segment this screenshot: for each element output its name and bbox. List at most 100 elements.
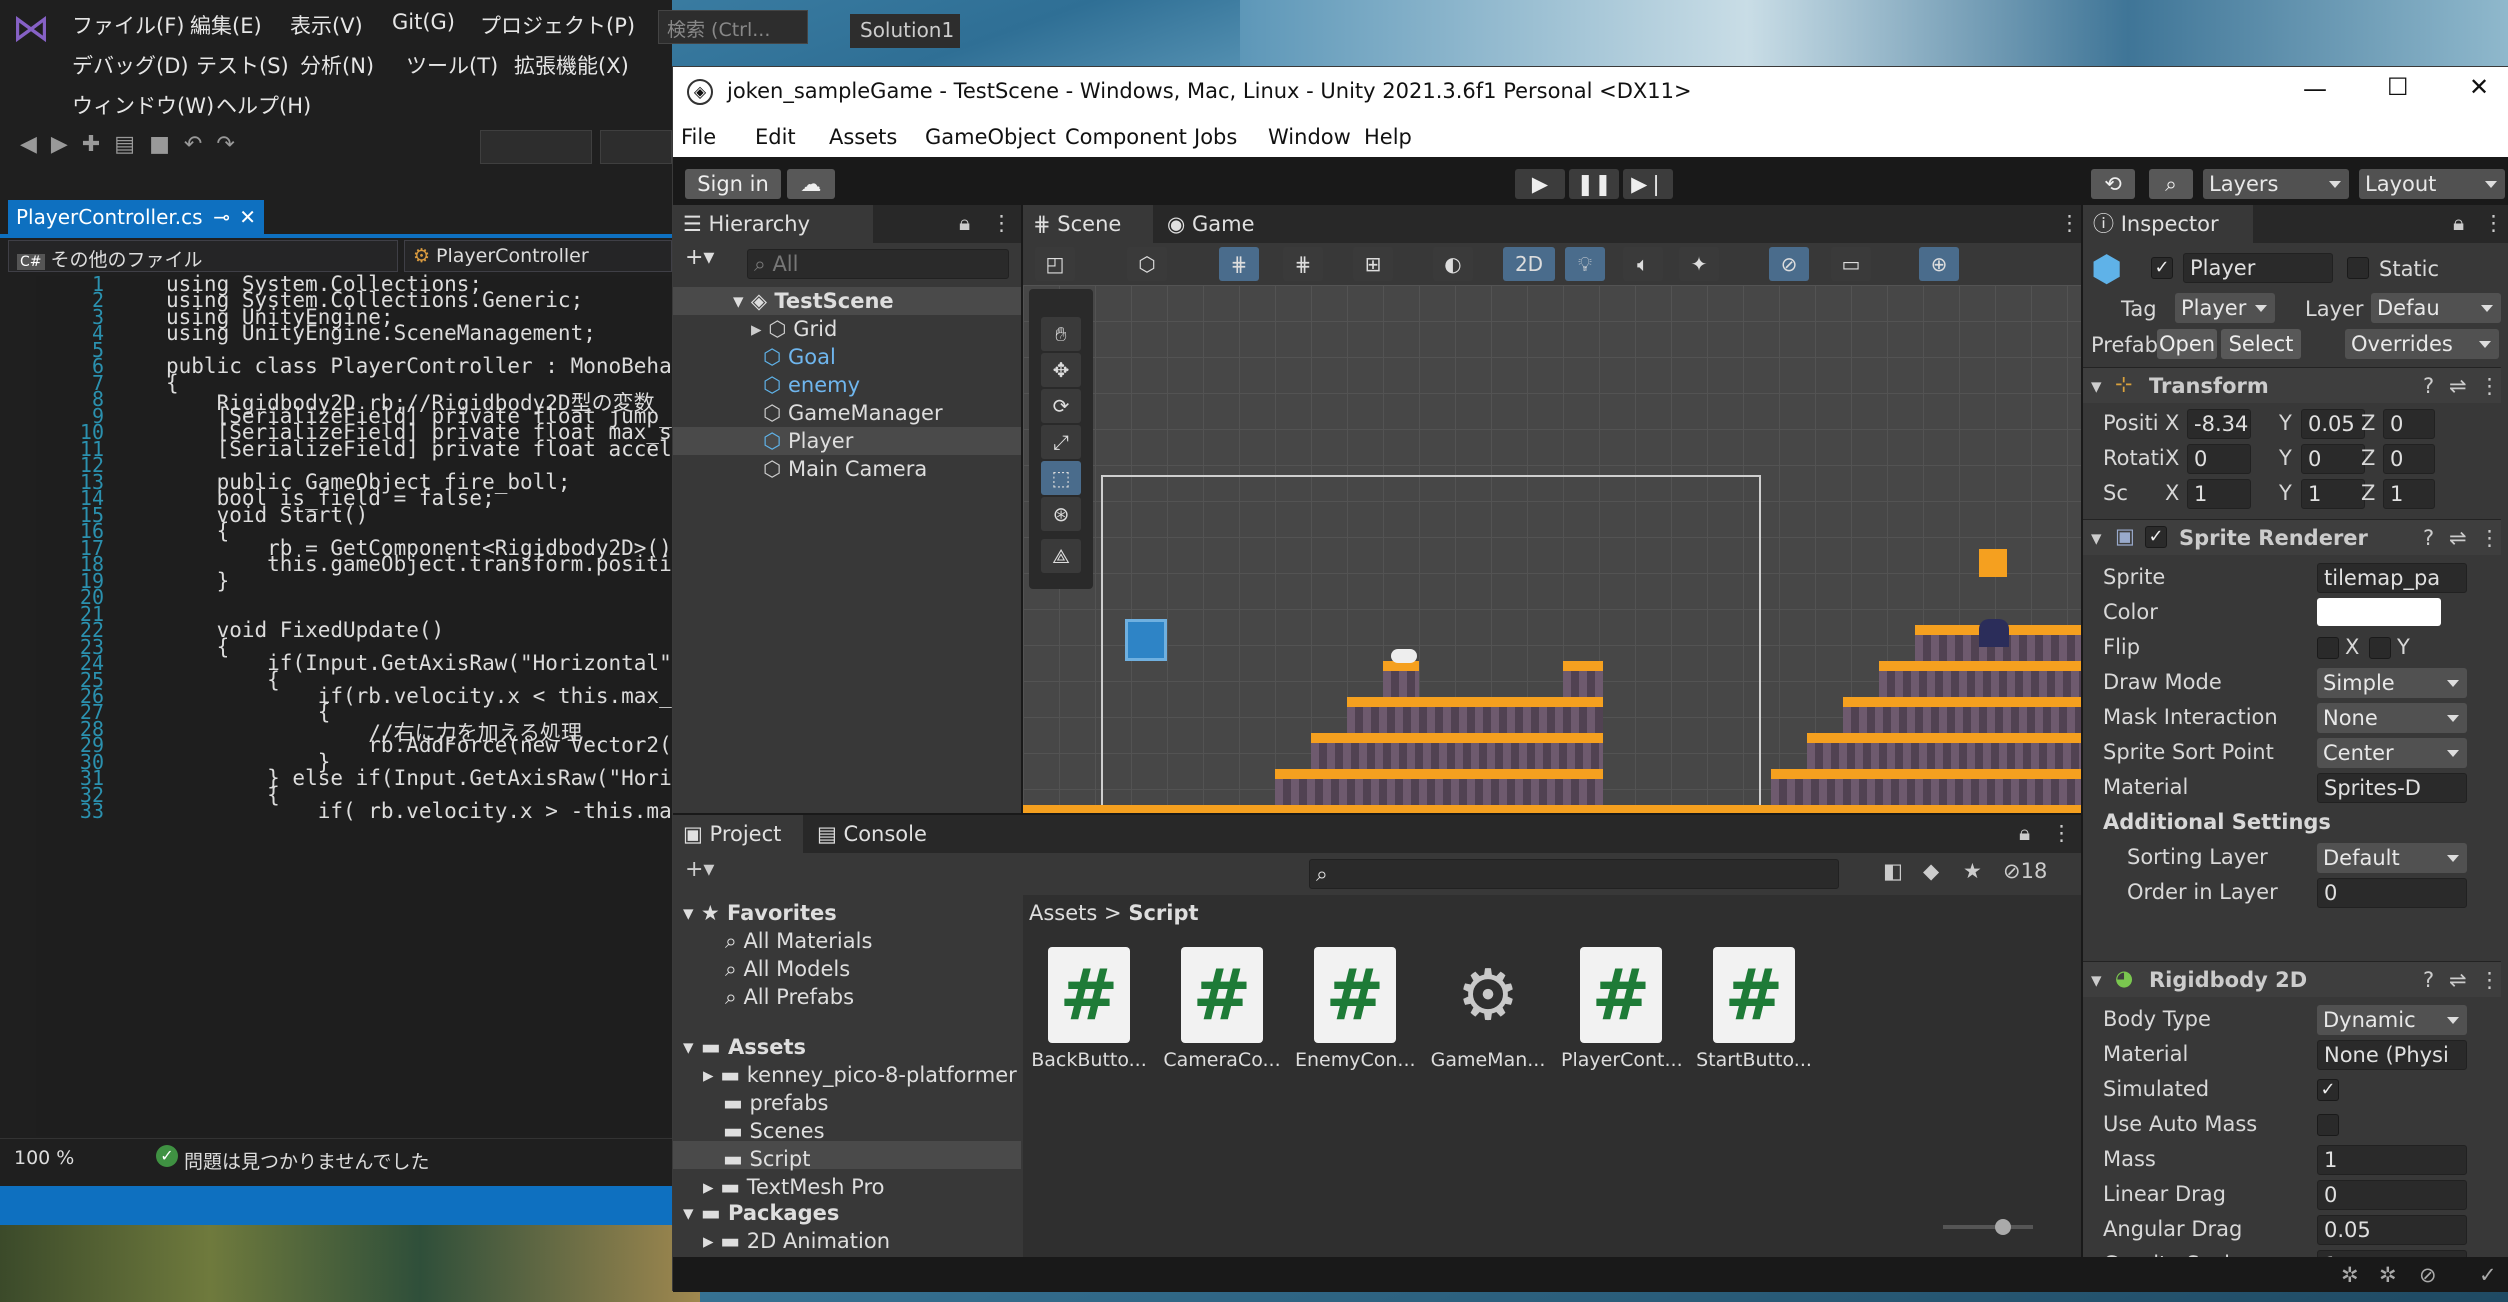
hierarchy-item-main-camera[interactable]: ⬡ Main Camera (763, 457, 927, 481)
layer-dropdown[interactable]: Defau (2371, 293, 2501, 323)
camera-icon[interactable]: ▭ (1831, 247, 1871, 281)
tab-scene[interactable]: ⋕ Scene (1023, 205, 1153, 243)
tab-inspector[interactable]: ⓘ Inspector (2083, 205, 2253, 243)
rigidbody-linear_drag-field[interactable]: 0 (2317, 1180, 2467, 1210)
menu-analyze[interactable]: 分析(N) (300, 50, 374, 80)
new-item-icon[interactable]: ✚ (82, 132, 114, 157)
asset-folder[interactable]: ▬ Script (703, 1147, 810, 1171)
asset-folder[interactable]: ▸ ▬ kenney_pico-8-platformer (703, 1063, 1017, 1087)
additional-settings-header[interactable]: Additional Settings (2103, 810, 2331, 834)
inspector-menu-icon[interactable]: ⋮ (2483, 211, 2504, 235)
close-window-icon[interactable]: ✕ (2469, 73, 2489, 101)
menu-tools[interactable]: ツール(T) (406, 50, 498, 80)
prefab-select-button[interactable]: Select (2221, 329, 2301, 359)
rigidbody-gravity-field[interactable]: 1 (2317, 1250, 2467, 1257)
hide-icon[interactable]: ⊘ (2419, 1263, 2437, 1287)
lighting-icon[interactable]: 💡︎ (1565, 247, 1605, 281)
project-menu-icon[interactable]: ⋮ (2051, 821, 2072, 845)
hierarchy-item-goal[interactable]: ⬡ Goal (763, 345, 836, 369)
tab-game[interactable]: ◉ Game (1157, 205, 1267, 243)
play-icon[interactable]: ▶ (1515, 169, 1565, 199)
nav-class-dropdown[interactable]: ⚙ PlayerController (404, 240, 672, 272)
effects-icon[interactable]: ✦ (1679, 247, 1719, 281)
transform-scale-z[interactable]: 1 (2383, 479, 2435, 509)
scene-viewport[interactable] (1023, 285, 2081, 813)
favorite-star-icon[interactable]: ★ (1963, 859, 1982, 883)
asset-folder[interactable]: ▬ Scenes (703, 1119, 825, 1143)
sprite-renderer-material-field[interactable]: Sprites-D (2317, 773, 2467, 803)
menu-window[interactable]: Window (1268, 125, 1351, 149)
hidden-count[interactable]: ⊘18 (2003, 859, 2047, 883)
asset-folder[interactable]: ▸ ▬ TextMesh Pro (703, 1175, 885, 1199)
package-2d-animation[interactable]: ▸ ▬ 2D Animation (703, 1229, 890, 1253)
tag-dropdown[interactable]: Player (2175, 293, 2275, 323)
transform-position-y[interactable]: 0.05 (2301, 409, 2365, 439)
sign-in-button[interactable]: Sign in (685, 169, 781, 199)
project-lock-icon[interactable]: 🔒︎ (2019, 821, 2030, 846)
transform-position-z[interactable]: 0 (2383, 409, 2435, 439)
rigidbody-angular_drag-field[interactable]: 0.05 (2317, 1215, 2467, 1245)
debug-icon[interactable]: ✲ (2341, 1263, 2359, 1287)
undo-icon[interactable]: ↶ (184, 132, 216, 157)
hierarchy-item-enemy[interactable]: ⬡ enemy (763, 373, 860, 397)
audio-icon[interactable]: 🔈︎ (1623, 247, 1663, 281)
scene-root[interactable]: ▾ ◈ TestScene (733, 289, 894, 313)
menu-project[interactable]: プロジェクト(P) (480, 10, 635, 40)
help-icon-2[interactable]: ? (2423, 526, 2434, 550)
rigidbody-body_type-dropdown[interactable]: Dynamic (2317, 1005, 2467, 1035)
menu-gameobject[interactable]: GameObject (925, 125, 1056, 149)
move-tool-icon[interactable]: ✥ (1041, 353, 1081, 387)
label-icon[interactable]: ◆ (1923, 859, 1939, 883)
component-menu-icon[interactable]: ⋮ (2479, 374, 2500, 398)
transform-scale-x[interactable]: 1 (2187, 479, 2251, 509)
back-icon[interactable]: ◀ (20, 132, 51, 157)
tab-project[interactable]: ▣ Project (673, 815, 803, 853)
slider-thumb[interactable] (1995, 1219, 2011, 1235)
sprite-renderer-sprite-field[interactable]: tilemap_pa (2317, 563, 2467, 593)
cloud-icon[interactable]: ☁ (787, 169, 835, 199)
scene-menu-icon[interactable]: ⋮ (2059, 211, 2080, 235)
asset-file[interactable]: # BackButto... (1029, 947, 1149, 1071)
preset-icon-2[interactable]: ⇌ (2449, 526, 2467, 550)
transform-tool-icon[interactable]: ⊛ (1041, 497, 1081, 531)
asset-folder[interactable]: ▬ prefabs (703, 1091, 829, 1115)
add-icon[interactable]: +▾ (685, 245, 714, 270)
rotate-tool-icon[interactable]: ⟳ (1041, 389, 1081, 423)
layers-dropdown[interactable]: Layers (2203, 169, 2349, 199)
gizmos-icon[interactable]: ⊕ (1919, 247, 1959, 281)
asset-file[interactable]: ⚙ GameMan... (1428, 947, 1548, 1071)
favorite-item[interactable]: ⌕ All Models (725, 957, 850, 982)
layout-dropdown[interactable]: Layout (2359, 169, 2505, 199)
menu-edit[interactable]: Edit (755, 125, 796, 149)
mode-2d-toggle[interactable]: 2D (1503, 247, 1555, 281)
tab-hierarchy[interactable]: ☰ Hierarchy (673, 205, 873, 243)
sprite-renderer-mask-dropdown[interactable]: None (2317, 703, 2467, 733)
simulated-checkbox[interactable]: ✓ (2317, 1079, 2339, 1101)
custom-tool-icon[interactable]: ⟁ (1041, 539, 1081, 573)
menu-debug[interactable]: デバッグ(D) (72, 50, 189, 80)
zoom-level[interactable]: 100 % (14, 1147, 74, 1169)
hierarchy-item-gamemanager[interactable]: ⬡ GameManager (763, 401, 943, 425)
pin-icon[interactable]: ⊸ (213, 205, 230, 229)
sprite-renderer-draw_mode-dropdown[interactable]: Simple (2317, 668, 2467, 698)
packages-header[interactable]: ▾ ▬ Packages (683, 1201, 839, 1225)
menu-file[interactable]: File (681, 125, 716, 149)
breadcrumb-script[interactable]: Script (1128, 901, 1198, 925)
bug-icon[interactable]: ✲ (2379, 1263, 2397, 1287)
menu-file[interactable]: ファイル(F) (72, 10, 184, 40)
history-icon[interactable]: ⟲ (2091, 169, 2135, 199)
menu-component[interactable]: Component (1065, 125, 1187, 149)
menu-help[interactable]: ヘルプ(H) (216, 90, 311, 120)
asset-file[interactable]: # PlayerCont... (1561, 947, 1683, 1071)
menu-help[interactable]: Help (1364, 125, 1412, 149)
maximize-icon[interactable]: ☐ (2387, 73, 2409, 101)
save-icon[interactable]: ■ (149, 132, 184, 157)
menu-view[interactable]: 表示(V) (290, 10, 363, 40)
scale-tool-icon[interactable]: ⤢ (1041, 425, 1081, 459)
sorting-layer-dropdown[interactable]: Default (2317, 843, 2467, 873)
shading-icon[interactable]: ◐ (1433, 247, 1473, 281)
gizmo-cube-icon[interactable]: ⬡ (1127, 247, 1167, 281)
project-add-icon[interactable]: +▾ (685, 857, 714, 882)
favorites-header[interactable]: ▾ ★ Favorites (683, 901, 837, 925)
search-icon[interactable]: ⌕ (2149, 169, 2193, 199)
